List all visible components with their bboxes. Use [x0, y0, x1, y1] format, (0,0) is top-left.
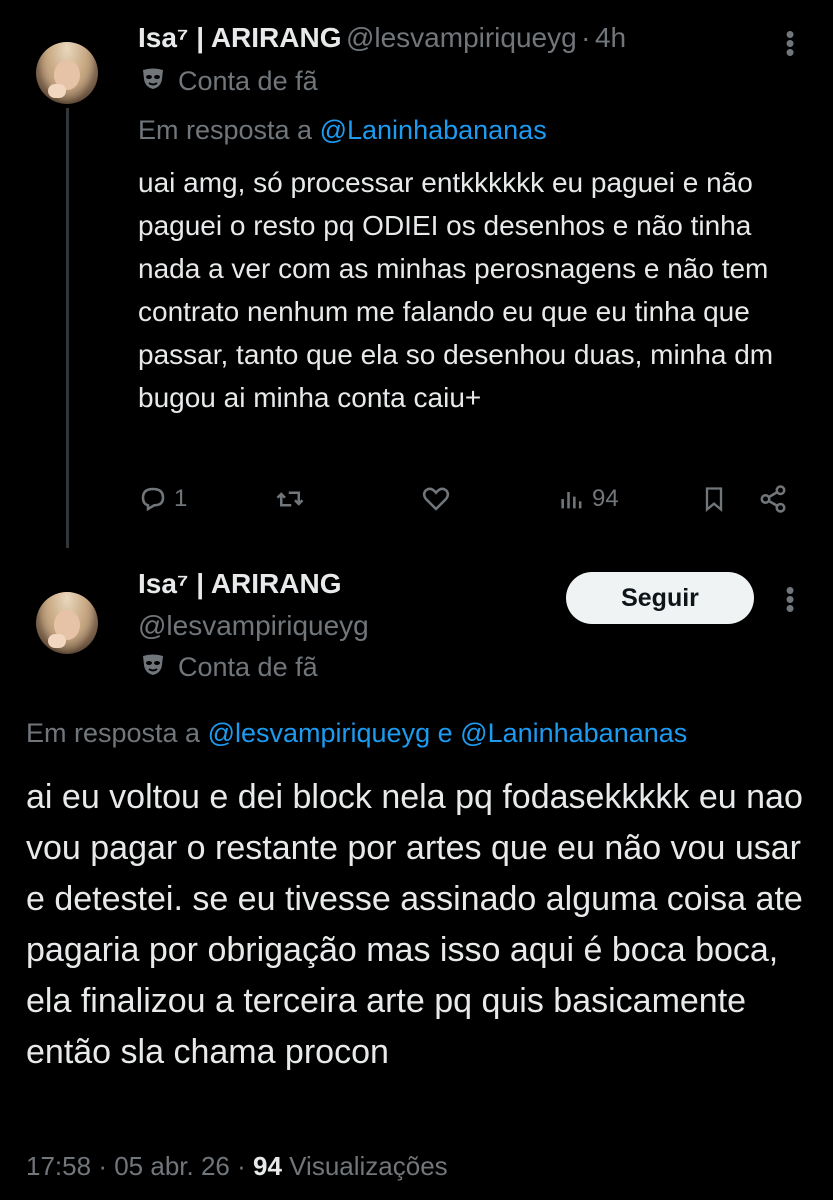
reply-context: Em resposta a @Laninhabananas [138, 115, 547, 146]
handle[interactable]: @lesvampiriqueyg [138, 610, 369, 642]
tweet-text: uai amg, só processar entkkkkkk eu pague… [138, 167, 774, 413]
action-bar: 1 94 [138, 480, 798, 520]
like-button[interactable] [421, 484, 451, 514]
reply-icon [141, 487, 165, 512]
share-icon [760, 485, 786, 513]
mention-link[interactable]: @Laninhabananas [320, 115, 547, 145]
tweet-date[interactable]: 05 abr. 26 [114, 1151, 230, 1181]
reply-prefix: Em resposta a [138, 115, 313, 145]
display-name[interactable]: Isa⁷ | ARIRANG [138, 22, 342, 53]
mention-conjunction: e [437, 718, 453, 748]
badge-label: Conta de fã [178, 652, 318, 682]
retweet-icon [276, 491, 304, 507]
theater-mask-icon [140, 653, 166, 683]
bookmark-button[interactable] [700, 484, 728, 514]
views-button[interactable]: 94 [558, 484, 619, 514]
thread-line [66, 108, 69, 548]
fan-badge: Conta de fã [140, 66, 318, 97]
reply-tweet-header: Isa⁷ | ARIRANG @lesvampiriqueyg · 4h [138, 22, 626, 54]
badge-label: Conta de fã [178, 66, 318, 96]
bookmark-icon [705, 487, 723, 512]
tweet-meta: 17:58 · 05 abr. 26 · 94 Visualizações [26, 1151, 448, 1182]
views-chart-icon [561, 492, 582, 509]
fan-badge: Conta de fã [140, 652, 318, 683]
handle[interactable]: @lesvampiriqueyg [346, 22, 577, 53]
avatar[interactable] [36, 592, 98, 654]
separator-dot: · [581, 22, 591, 53]
more-icon[interactable]: • • • [784, 577, 796, 621]
mention-link[interactable]: @lesvampiriqueyg [208, 718, 431, 748]
separator-dot: · [98, 1151, 107, 1181]
more-icon[interactable]: • • • [784, 21, 796, 65]
reply-context: Em resposta a @lesvampiriqueyg e @Laninh… [26, 718, 687, 749]
display-name[interactable]: Isa⁷ | ARIRANG [138, 568, 342, 600]
reply-count: 1 [174, 485, 188, 512]
share-button[interactable] [758, 484, 788, 514]
tweet-time[interactable]: 17:58 [26, 1151, 91, 1181]
reply-button[interactable]: 1 [138, 484, 187, 514]
view-count: 94 [592, 485, 619, 512]
timestamp[interactable]: 4h [595, 22, 626, 53]
views-label: Visualizações [289, 1151, 448, 1181]
retweet-button[interactable] [274, 484, 306, 514]
mention-link[interactable]: @Laninhabananas [460, 718, 687, 748]
separator-dot: · [237, 1151, 246, 1181]
follow-button[interactable]: Seguir [566, 572, 754, 624]
theater-mask-icon [140, 67, 166, 97]
heart-icon [422, 487, 450, 511]
avatar[interactable] [36, 42, 98, 104]
views-number: 94 [253, 1151, 282, 1181]
reply-prefix: Em resposta a [26, 718, 201, 748]
tweet-text: ai eu voltou e dei block nela pq fodasek… [26, 778, 803, 1071]
